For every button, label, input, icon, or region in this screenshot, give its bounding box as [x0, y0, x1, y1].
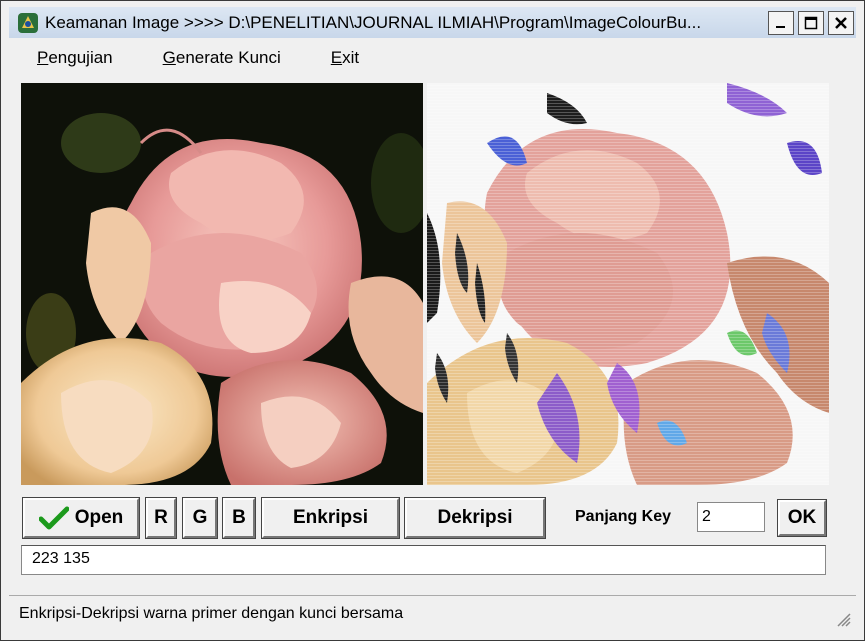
b-channel-button[interactable]: B — [222, 497, 256, 539]
checkmark-icon — [38, 506, 69, 530]
encrypted-image — [427, 83, 829, 485]
output-value: 223 135 — [32, 550, 90, 567]
encrypted-flower-image — [427, 83, 829, 485]
open-button-label: Open — [74, 507, 124, 528]
g-button-label: G — [192, 507, 208, 528]
menu-pengujian-label: engujian — [48, 48, 113, 67]
minimize-button[interactable] — [768, 10, 794, 35]
close-icon — [835, 16, 847, 29]
close-button[interactable] — [828, 10, 854, 35]
maximize-button[interactable] — [798, 10, 824, 35]
status-text: Enkripsi-Dekripsi warna primer dengan ku… — [19, 605, 404, 622]
menu-generate-kunci-mnemonic: G — [162, 48, 176, 67]
ok-button-label: OK — [787, 507, 817, 528]
menu-exit-mnemonic: E — [330, 48, 343, 67]
g-channel-button[interactable]: G — [182, 497, 218, 539]
menu-exit-label: xit — [342, 48, 360, 67]
menu-bar: Pengujian Generate Kunci Exit — [17, 41, 844, 75]
status-bar: Enkripsi-Dekripsi warna primer dengan ku… — [9, 595, 856, 632]
original-image — [21, 83, 423, 485]
maximize-icon — [804, 16, 818, 29]
encrypt-button-label: Enkripsi — [293, 507, 368, 528]
key-length-input[interactable] — [697, 502, 765, 532]
app-icon — [18, 12, 38, 33]
menu-generate-kunci-label: enerate Kunci — [175, 48, 281, 67]
menu-generate-kunci[interactable]: Generate Kunci — [163, 48, 281, 68]
application-window: Keamanan Image >>>> D:\PENELITIAN\JOURNA… — [0, 0, 865, 641]
menu-pengujian-mnemonic: P — [37, 48, 49, 67]
minimize-icon — [776, 25, 785, 28]
original-flower-image — [21, 83, 423, 485]
key-length-label: Panjang Key — [575, 508, 672, 525]
ok-button[interactable]: OK — [777, 499, 827, 537]
encrypt-button[interactable]: Enkripsi — [261, 497, 400, 539]
output-field[interactable]: 223 135 — [21, 545, 826, 575]
r-button-label: R — [154, 507, 168, 528]
menu-exit[interactable]: Exit — [331, 48, 359, 68]
decrypt-button-label: Dekripsi — [437, 507, 513, 528]
resize-grip-icon[interactable] — [832, 608, 852, 628]
menu-pengujian[interactable]: Pengujian — [37, 48, 113, 68]
window-title: Keamanan Image >>>> D:\PENELITIAN\JOURNA… — [45, 12, 702, 32]
r-channel-button[interactable]: R — [145, 497, 177, 539]
b-button-label: B — [232, 507, 246, 528]
open-button[interactable]: Open — [22, 497, 140, 539]
title-bar[interactable]: Keamanan Image >>>> D:\PENELITIAN\JOURNA… — [9, 7, 856, 38]
decrypt-button[interactable]: Dekripsi — [404, 497, 546, 539]
